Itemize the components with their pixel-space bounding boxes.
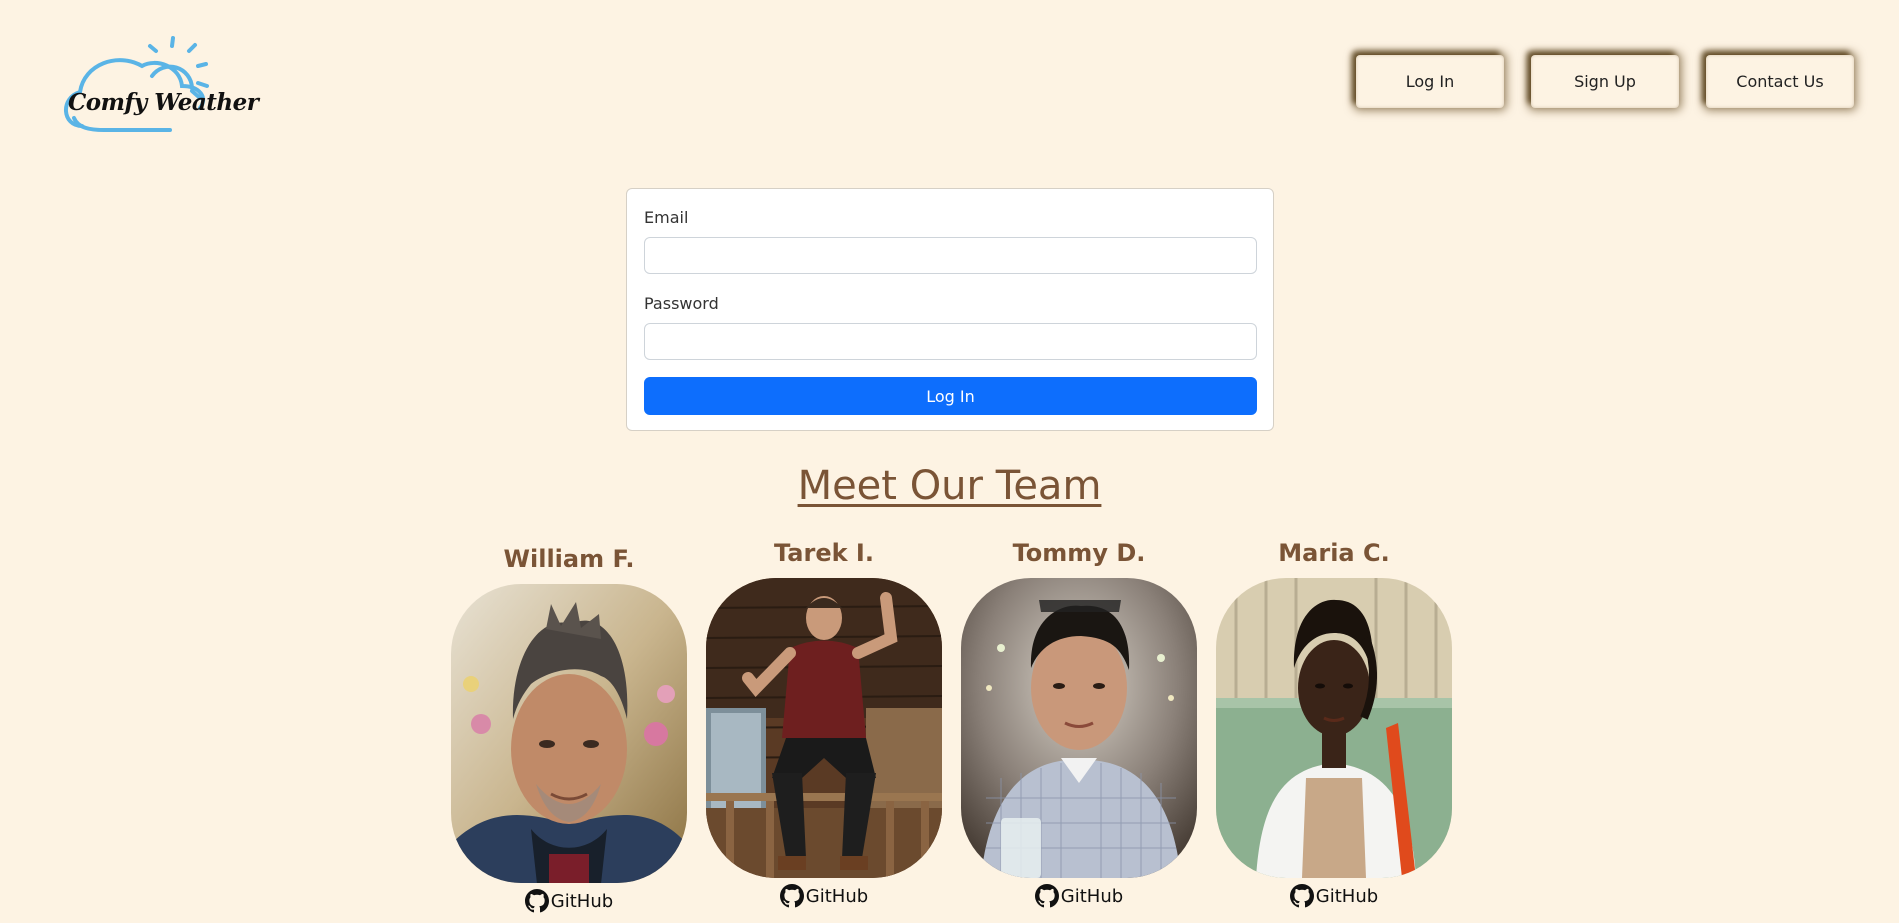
github-icon [524,889,549,913]
email-label: Email [644,208,689,227]
team-member-tommy: Tommy D. GitHub [961,537,1197,908]
member-photo [961,578,1197,878]
github-link[interactable]: GitHub [1216,884,1452,908]
password-label: Password [644,294,719,313]
github-icon [1289,884,1314,908]
github-link[interactable]: GitHub [961,884,1197,908]
team-member-tarek: Tarek I. GitHub [706,537,942,908]
github-link[interactable]: GitHub [451,889,687,913]
team-member-william: William F. GitHub [451,543,687,913]
password-input[interactable] [644,323,1257,360]
member-photo [451,584,687,883]
github-label: GitHub [1315,885,1379,907]
member-name: Tommy D. [1012,539,1146,567]
github-icon [1034,884,1059,908]
member-name: William F. [503,545,635,573]
member-photo [1216,578,1452,878]
login-card: Email Password Log In [626,188,1274,431]
email-input[interactable] [644,237,1257,274]
github-link[interactable]: GitHub [706,884,942,908]
cloud-sun-icon [64,36,209,132]
team-member-maria: Maria C. GitHub [1216,537,1452,908]
github-icon [779,884,804,908]
top-nav: Log In Sign Up Contact Us [1356,55,1854,108]
team-title: Meet Our Team [797,463,1102,509]
member-photo [706,578,942,878]
login-submit-button[interactable]: Log In [644,377,1257,415]
contact-us-nav-button[interactable]: Contact Us [1706,55,1854,108]
signup-nav-button[interactable]: Sign Up [1531,55,1679,108]
member-name: Tarek I. [774,539,874,567]
logo[interactable]: Comfy Weather [60,36,259,136]
github-label: GitHub [805,885,869,907]
member-name: Maria C. [1278,539,1390,567]
github-label: GitHub [550,890,614,912]
logo-text: Comfy Weather [68,89,259,116]
login-nav-button[interactable]: Log In [1356,55,1504,108]
github-label: GitHub [1060,885,1124,907]
